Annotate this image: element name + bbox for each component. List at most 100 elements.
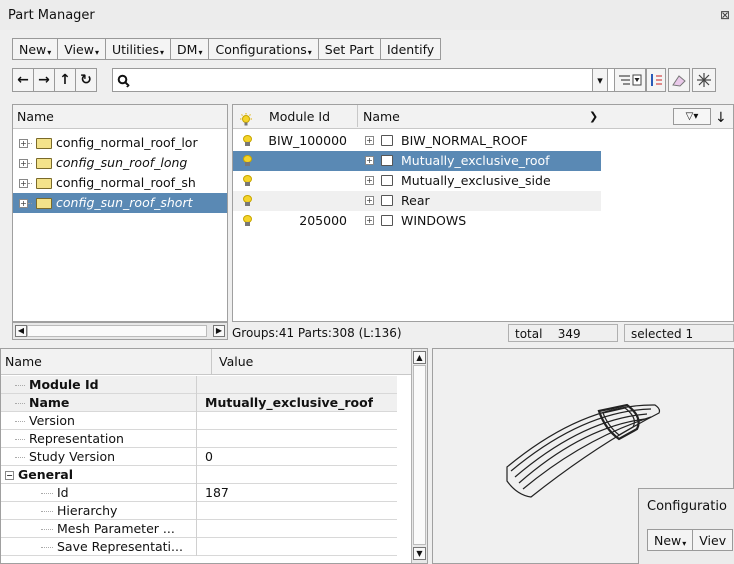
module-id-cell: 205000 <box>299 213 347 228</box>
collapse-icon[interactable]: − <box>5 471 14 480</box>
name-column-header[interactable]: Name <box>363 105 400 129</box>
property-value[interactable] <box>201 466 205 484</box>
subwindow-menubar: New ▾ Viev <box>647 529 734 551</box>
up-arrow-icon[interactable]: ↑ <box>54 68 76 92</box>
subwindow-view-button[interactable]: Viev <box>692 529 734 551</box>
property-row[interactable]: − General <box>1 466 397 484</box>
config-tree-horizontal-scrollbar[interactable]: ◀ ▶ <box>12 322 228 340</box>
property-value[interactable] <box>201 430 205 448</box>
property-row[interactable]: Mesh Parameter ... <box>1 520 397 538</box>
properties-panel: Name Value Module Id Name Mutually_exclusi… <box>0 348 428 564</box>
property-value[interactable] <box>201 376 205 394</box>
light-bulb-icon[interactable] <box>243 155 252 166</box>
scroll-down-icon[interactable]: ▼ <box>413 547 426 560</box>
scroll-thumb[interactable] <box>27 325 207 337</box>
light-bulb-icon[interactable] <box>243 215 252 226</box>
expand-icon[interactable]: + <box>365 196 374 205</box>
properties-vertical-scrollbar[interactable]: ▲ ▼ <box>411 349 427 563</box>
property-value[interactable]: 0 <box>201 448 213 466</box>
part-name-cell: Mutually_exclusive_roof <box>401 153 550 168</box>
property-value[interactable] <box>201 520 205 538</box>
light-bulb-icon[interactable] <box>243 195 252 206</box>
parts-tree-row[interactable]: + Mutually_exclusive_roof <box>233 151 601 171</box>
menubar: New ▾ View ▾ Utilities ▾ DM ▾ Configurations ▾ Set… <box>12 38 442 60</box>
config-tree-item-label: config_sun_roof_short <box>55 195 193 210</box>
config-tree-item-label: config_normal_roof_lor <box>55 135 198 150</box>
property-row[interactable]: Representation <box>1 430 397 448</box>
property-row[interactable]: Name Mutually_exclusive_roof <box>1 394 397 412</box>
property-row[interactable]: Version <box>1 412 397 430</box>
chevron-down-icon: ▾ <box>307 47 312 57</box>
properties-header: Name Value <box>1 349 427 375</box>
folder-icon <box>381 135 393 146</box>
expand-icon[interactable]: + <box>19 199 28 208</box>
total-count: total 349 <box>508 324 618 342</box>
property-row[interactable]: Module Id <box>1 376 397 394</box>
property-name: Mesh Parameter ... <box>57 521 175 536</box>
property-value[interactable] <box>201 412 205 430</box>
property-name: General <box>18 467 73 482</box>
menu-identify-button[interactable]: Identify <box>379 38 442 60</box>
config-tree-item-label: config_normal_roof_sh <box>55 175 196 190</box>
property-value[interactable] <box>201 502 205 520</box>
property-row[interactable]: Study Version 0 <box>1 448 397 466</box>
menu-dm-button[interactable]: DM ▾ <box>170 38 210 60</box>
search-icon <box>117 73 131 87</box>
filter-funnel-icon[interactable]: ▽▾ <box>673 108 711 125</box>
menu-utilities-button[interactable]: Utilities ▾ <box>104 38 172 60</box>
property-value[interactable]: Mutually_exclusive_roof <box>201 394 373 412</box>
property-value-column-header[interactable]: Value <box>219 349 253 375</box>
search-input[interactable] <box>112 68 622 92</box>
close-icon[interactable]: ⊠ <box>720 8 730 22</box>
menu-view-button[interactable]: View ▾ <box>57 38 106 60</box>
property-row[interactable]: Save Representati... <box>1 538 397 556</box>
property-row[interactable]: Id 187 <box>1 484 397 502</box>
module-id-column-header[interactable]: Module Id <box>269 105 330 129</box>
parts-tree-row[interactable]: + Rear <box>233 191 601 211</box>
expand-icon[interactable]: + <box>365 156 374 165</box>
config-tree-header: Name <box>13 105 227 129</box>
config-tree-item[interactable]: + config_sun_roof_long <box>13 153 227 173</box>
back-arrow-icon[interactable]: ← <box>12 68 34 92</box>
menu-set-part-button[interactable]: Set Part <box>317 38 381 60</box>
sort-down-icon[interactable]: ↓ <box>715 106 727 130</box>
expand-all-icon[interactable] <box>692 68 716 92</box>
scroll-up-icon[interactable]: ▲ <box>413 351 426 364</box>
menu-configurations-button[interactable]: Configurations ▾ <box>208 38 319 60</box>
sort-icon[interactable] <box>646 68 666 92</box>
property-row[interactable]: Hierarchy <box>1 502 397 520</box>
window-titlebar <box>0 0 734 30</box>
subwindow-new-button[interactable]: New ▾ <box>647 529 694 551</box>
chevron-down-icon: ▾ <box>198 47 203 57</box>
expand-icon[interactable]: + <box>19 159 28 168</box>
config-tree-item[interactable]: + config_normal_roof_lor <box>13 133 227 153</box>
expand-icon[interactable]: + <box>19 139 28 148</box>
menu-new-button[interactable]: New ▾ <box>12 38 59 60</box>
subwindow-title: Configuratio <box>647 499 727 514</box>
expand-icon[interactable]: + <box>365 136 374 145</box>
scroll-thumb[interactable] <box>413 365 426 545</box>
search-dropdown-icon[interactable]: ▾ <box>592 68 608 92</box>
parts-tree-row[interactable]: + Mutually_exclusive_side <box>233 171 601 191</box>
refresh-icon[interactable]: ↻ <box>75 68 97 92</box>
parts-tree-row[interactable]: BIW_100000 + BIW_NORMAL_ROOF <box>233 131 601 151</box>
property-value[interactable] <box>201 538 205 556</box>
chevron-down-icon: ▾ <box>94 47 99 57</box>
expand-icon[interactable]: + <box>365 216 374 225</box>
config-tree-item[interactable]: + config_sun_roof_short <box>13 193 227 213</box>
column-dropdown-icon[interactable]: ❯ <box>589 105 598 129</box>
light-bulb-icon[interactable] <box>243 175 252 186</box>
property-name-column-header[interactable]: Name <box>5 349 42 375</box>
parts-tree-row[interactable]: 205000 + WINDOWS <box>233 211 601 231</box>
property-value[interactable]: 187 <box>201 484 229 502</box>
scroll-right-icon[interactable]: ▶ <box>213 325 225 337</box>
expand-icon[interactable]: + <box>19 179 28 188</box>
expand-icon[interactable]: + <box>365 176 374 185</box>
eraser-icon[interactable] <box>668 68 690 92</box>
forward-arrow-icon[interactable]: → <box>33 68 55 92</box>
config-tree-item[interactable]: + config_normal_roof_sh <box>13 173 227 193</box>
light-bulb-icon[interactable] <box>243 135 252 146</box>
navigation-bar: ← → ↑ ↻ ▾ <box>12 68 734 92</box>
filter-list-icon[interactable] <box>614 68 646 92</box>
scroll-left-icon[interactable]: ◀ <box>15 325 27 337</box>
